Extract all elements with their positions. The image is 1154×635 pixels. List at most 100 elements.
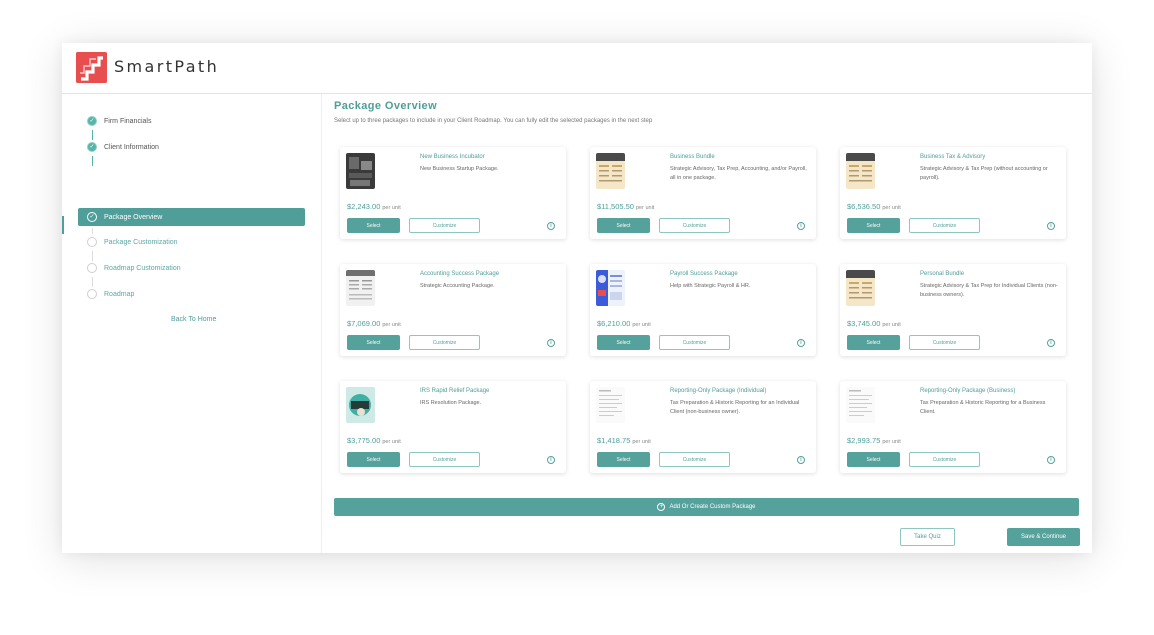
package-description: Strategic Accounting Package.	[420, 283, 495, 289]
price-value: $6,210.00	[597, 319, 631, 328]
package-title: Personal Bundle	[920, 271, 965, 277]
package-title: Business Tax & Advisory	[920, 154, 986, 160]
circle-icon	[87, 289, 97, 299]
info-icon[interactable]: i	[547, 222, 555, 230]
package-description: Strategic Advisory & Tax Prep (without a…	[920, 166, 1048, 181]
customize-button[interactable]: Customize	[659, 218, 730, 233]
customize-button[interactable]: Customize	[909, 335, 980, 350]
sidebar-step-package-customization[interactable]: Package Customization	[78, 234, 305, 250]
package-title: Accounting Success Package	[420, 271, 500, 277]
price-value: $2,993.75	[847, 436, 881, 445]
save-continue-button[interactable]: Save & Continue	[1007, 528, 1080, 546]
step-connector	[92, 156, 93, 166]
circle-icon	[87, 263, 97, 273]
info-icon[interactable]: i	[1047, 339, 1055, 347]
package-thumbnail	[596, 270, 625, 306]
customize-button[interactable]: Customize	[409, 452, 480, 467]
package-thumbnail	[846, 270, 875, 306]
info-icon[interactable]: i	[797, 222, 805, 230]
package-price: $1,418.75 per unit	[597, 436, 651, 445]
select-button[interactable]: Select	[847, 335, 900, 350]
price-value: $7,069.00	[347, 319, 381, 328]
package-thumbnail	[346, 153, 375, 189]
select-button[interactable]: Select	[347, 335, 400, 350]
customize-button[interactable]: Customize	[909, 452, 980, 467]
step-label: Firm Financials	[104, 117, 152, 125]
select-button[interactable]: Select	[847, 218, 900, 233]
package-card: Payroll Success Package Help with Strateg…	[590, 264, 816, 356]
customize-button[interactable]: Customize	[909, 218, 980, 233]
package-description: Help with Strategic Payroll & HR.	[670, 283, 751, 289]
package-description: Tax Preparation & Historic Reporting for…	[670, 400, 800, 415]
price-unit: per unit	[882, 322, 901, 328]
info-icon[interactable]: i	[1047, 456, 1055, 464]
package-price: $6,210.00 per unit	[597, 319, 651, 328]
main-content: Package Overview Select up to three pack…	[334, 94, 1084, 553]
info-icon[interactable]: i	[547, 339, 555, 347]
select-button[interactable]: Select	[597, 335, 650, 350]
sidebar-step-firm-financials[interactable]: ✓ Firm Financials	[78, 113, 305, 129]
package-card: Reporting-Only Package (Individual) Tax P…	[590, 381, 816, 473]
price-unit: per unit	[882, 439, 901, 445]
package-title: Reporting-Only Package (Business)	[920, 388, 1016, 394]
info-icon[interactable]: i	[797, 339, 805, 347]
select-button[interactable]: Select	[847, 452, 900, 467]
sidebar-step-client-information[interactable]: ✓ Client Information	[78, 139, 305, 155]
price-unit: per unit	[635, 205, 655, 211]
package-price: $11,505.50 per unit	[597, 202, 654, 211]
price-value: $2,243.00	[347, 202, 381, 211]
sidebar: ✓ Firm Financials ✓ Client Information ✓…	[62, 94, 322, 553]
page-title: Package Overview	[334, 100, 438, 112]
select-button[interactable]: Select	[347, 452, 400, 467]
package-card: Reporting-Only Package (Business) Tax Pre…	[840, 381, 1066, 473]
package-title: Business Bundle	[670, 154, 715, 160]
package-card: Business Bundle Strategic Advisory, Tax P…	[590, 147, 816, 239]
back-to-home-link[interactable]: Back To Home	[171, 316, 216, 323]
price-unit: per unit	[632, 439, 651, 445]
smartpath-logo-icon[interactable]	[76, 52, 107, 83]
select-button[interactable]: Select	[597, 452, 650, 467]
check-icon: ✓	[87, 212, 97, 222]
take-quiz-button[interactable]: Take Quiz	[900, 528, 955, 546]
package-thumbnail	[596, 153, 625, 189]
customize-button[interactable]: Customize	[409, 335, 480, 350]
info-icon[interactable]: i	[1047, 222, 1055, 230]
active-step-marker	[62, 216, 64, 234]
package-price: $2,993.75 per unit	[847, 436, 901, 445]
sidebar-step-package-overview[interactable]: ✓ Package Overview	[78, 208, 305, 226]
customize-button[interactable]: Customize	[409, 218, 480, 233]
add-custom-package-button[interactable]: + Add Or Create Custom Package	[334, 498, 1079, 516]
customize-button[interactable]: Customize	[659, 335, 730, 350]
package-thumbnail	[846, 153, 875, 189]
sidebar-step-roadmap-customization[interactable]: Roadmap Customization	[78, 260, 305, 276]
package-description: Strategic Advisory, Tax Prep, Accounting…	[670, 166, 807, 181]
step-label: Client Information	[104, 143, 159, 151]
package-thumbnail	[596, 387, 625, 423]
package-description: New Business Startup Package.	[420, 166, 499, 172]
add-custom-label: Add Or Create Custom Package	[669, 504, 756, 510]
package-card: Accounting Success Package Strategic Acco…	[340, 264, 566, 356]
price-unit: per unit	[382, 205, 401, 211]
price-value: $3,775.00	[347, 436, 381, 445]
select-button[interactable]: Select	[597, 218, 650, 233]
select-button[interactable]: Select	[347, 218, 400, 233]
step-label: Package Customization	[104, 238, 178, 246]
check-icon: ✓	[87, 142, 97, 152]
price-value: $6,536.50	[847, 202, 881, 211]
info-icon[interactable]: i	[797, 456, 805, 464]
app-window: SmartPath ✓ Firm Financials ✓ Client Inf…	[62, 43, 1092, 553]
price-unit: per unit	[882, 205, 901, 211]
package-thumbnail	[846, 387, 875, 423]
brand-name: SmartPath	[114, 57, 220, 76]
package-description: Tax Preparation & Historic Reporting for…	[920, 400, 1046, 415]
check-icon: ✓	[87, 116, 97, 126]
info-icon[interactable]: i	[547, 456, 555, 464]
package-price: $3,745.00 per unit	[847, 319, 901, 328]
customize-button[interactable]: Customize	[659, 452, 730, 467]
package-description: IRS Resolution Package.	[420, 400, 482, 406]
sidebar-step-roadmap[interactable]: Roadmap	[78, 286, 305, 302]
plus-circle-icon: +	[657, 503, 666, 511]
price-unit: per unit	[382, 439, 401, 445]
package-title: Reporting-Only Package (Individual)	[670, 388, 767, 394]
step-label: Roadmap	[104, 290, 135, 298]
